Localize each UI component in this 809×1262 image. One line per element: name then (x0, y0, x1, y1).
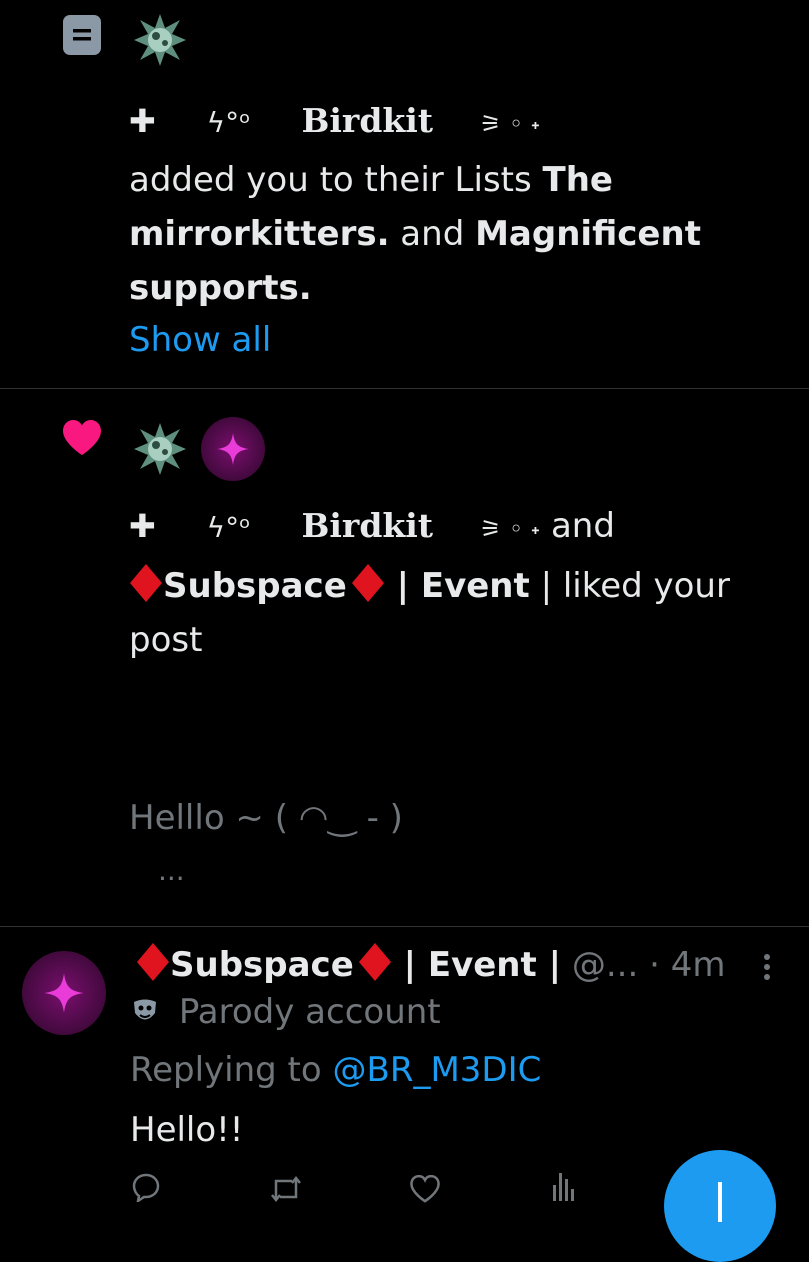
liked-message: Subspace | Event | liked your post (129, 559, 779, 667)
notification-message: added you to their Lists The mirrorkitte… (129, 153, 749, 315)
decorative-tail: ⚞ ◦ ˖ (479, 515, 541, 543)
list-notification[interactable]: ✚ ϟ°ᵒ Birdkit ⚞ ◦ ˖ added you to their L… (0, 0, 809, 388)
replying-prefix: Replying to (130, 1050, 333, 1090)
plus-glyph: ✚ (129, 102, 156, 140)
show-all-link[interactable]: Show all (129, 313, 429, 367)
diamond-icon (130, 564, 162, 602)
author-handle[interactable]: @... (561, 945, 638, 985)
post-time[interactable]: · 4m (638, 945, 725, 985)
display-name: Birdkit (301, 101, 434, 140)
reply-icon[interactable] (131, 1172, 161, 1202)
replying-handle[interactable]: @BR_M3DIC (333, 1050, 542, 1090)
post-preview[interactable]: Helllo ~ ( ◠‿ - ) (129, 791, 769, 845)
plus-icon (718, 1182, 722, 1222)
joiner: and (389, 214, 476, 254)
avatar-subspace[interactable] (22, 951, 106, 1035)
like-notification[interactable]: ✚ ϟ°ᵒ Birdkit ⚞ ◦ ˖ and Subspace | Event… (0, 389, 809, 926)
avatar-image (130, 10, 190, 70)
author-name[interactable]: Subspace (170, 945, 354, 985)
repost-icon[interactable] (270, 1175, 302, 1203)
heart-icon (63, 420, 101, 455)
reply-body: Hello!! (130, 1110, 244, 1150)
second-user-suffix: | Event (384, 566, 530, 606)
diamond-icon (137, 943, 169, 981)
post-header: Subspace | Event | @... · 4m (136, 938, 725, 992)
decorative-glyphs: ϟ°ᵒ (206, 511, 251, 544)
second-user-name[interactable]: Subspace (163, 566, 347, 606)
avatar[interactable] (130, 10, 190, 70)
avatar-birdkit[interactable] (130, 419, 190, 479)
user-name[interactable]: ✚ ϟ°ᵒ Birdkit ⚞ ◦ ˖ and (129, 499, 615, 556)
more-options-icon[interactable] (760, 953, 774, 983)
like-icon[interactable] (410, 1175, 440, 1203)
avatar-image (130, 419, 190, 479)
avatar-subspace[interactable] (201, 417, 265, 481)
views-icon[interactable] (552, 1171, 574, 1201)
sparkle-icon (44, 973, 84, 1013)
display-name: Birdkit (301, 506, 434, 545)
compose-button[interactable] (664, 1150, 776, 1262)
message-prefix: added you to their Lists (129, 160, 543, 200)
and-text: and (550, 506, 615, 546)
decorative-glyphs: ϟ°ᵒ (206, 106, 251, 139)
user-name[interactable]: ✚ ϟ°ᵒ Birdkit ⚞ ◦ ˖ (129, 94, 540, 151)
author-suffix: | Event | (391, 945, 562, 985)
diamond-icon (358, 943, 391, 981)
parody-label-row: Parody account (130, 985, 441, 1039)
parody-label: Parody account (178, 992, 441, 1032)
more-indicator: ... (158, 854, 185, 887)
list-icon (63, 15, 101, 55)
plus-glyph: ✚ (129, 507, 156, 545)
decorative-tail: ⚞ ◦ ˖ (479, 110, 541, 138)
replying-to: Replying to @BR_M3DIC (130, 1043, 541, 1097)
parody-mask-icon (134, 999, 156, 1020)
diamond-icon (351, 564, 384, 602)
sparkle-icon (217, 433, 249, 465)
